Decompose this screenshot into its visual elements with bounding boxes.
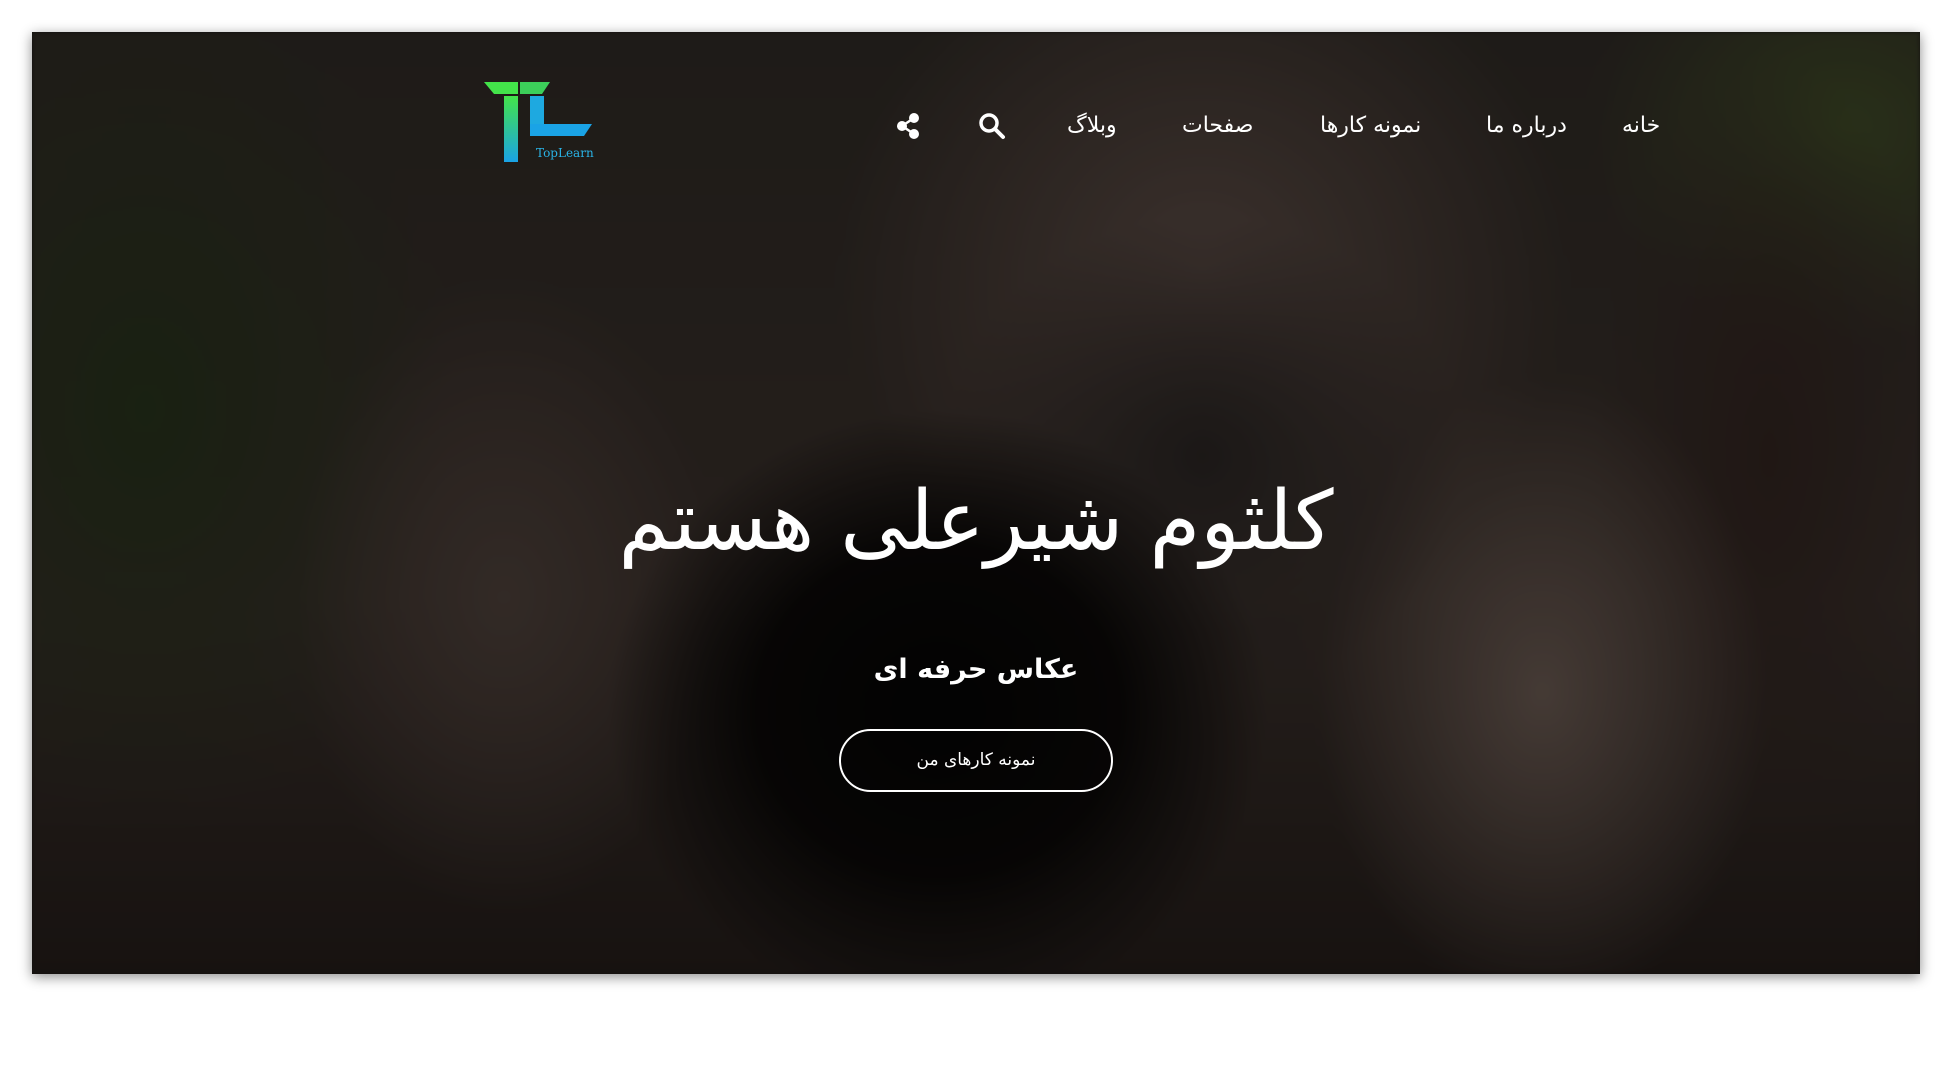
nav-item-home[interactable]: خانه (1622, 104, 1660, 148)
page: TopLearn خانه درباره ما نمونه کارها صفحا… (0, 0, 1952, 1085)
logo-text: TopLearn (536, 146, 594, 160)
nav-item-portfolio[interactable]: نمونه کارها (1320, 104, 1421, 148)
hero-title: کلثوم شیرعلی هستم (618, 474, 1334, 569)
main-nav: خانه درباره ما نمونه کارها صفحات وبلاگ (32, 104, 1920, 148)
share-icon[interactable] (892, 110, 924, 142)
nav-item-blog[interactable]: وبلاگ (1067, 104, 1117, 148)
nav-item-about[interactable]: درباره ما (1486, 104, 1567, 148)
hero-subtitle: عکاس حرفه ای (873, 654, 1079, 685)
search-icon[interactable] (976, 110, 1008, 142)
nav-item-pages[interactable]: صفحات (1182, 104, 1253, 148)
hero-section: TopLearn خانه درباره ما نمونه کارها صفحا… (32, 32, 1920, 974)
portfolio-button[interactable]: نمونه کارهای من (839, 729, 1113, 792)
